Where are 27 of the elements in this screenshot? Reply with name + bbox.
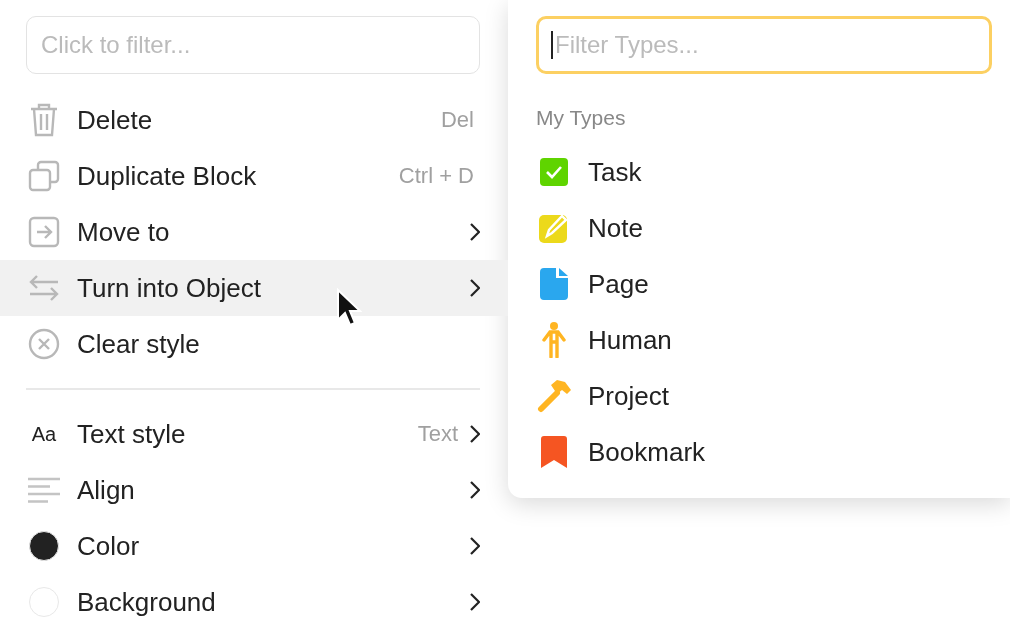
type-item[interactable]: Page xyxy=(536,256,992,312)
move-to-icon xyxy=(28,216,60,248)
menu-item[interactable]: Delete Del xyxy=(0,92,508,148)
menu-item[interactable]: Clear style xyxy=(0,316,508,372)
duplicate-icon xyxy=(28,160,60,192)
menu-item[interactable]: Align xyxy=(0,462,508,518)
shortcut-text: Ctrl + D xyxy=(398,163,474,189)
menu-item[interactable]: Aa Text style Text xyxy=(0,406,508,462)
menu-item[interactable]: Move to xyxy=(0,204,508,260)
type-item[interactable]: Project xyxy=(536,368,992,424)
type-item[interactable]: Human xyxy=(536,312,992,368)
section-heading: My Types xyxy=(536,106,627,130)
shortcut-text: Del xyxy=(441,107,474,133)
menu-item[interactable]: Color xyxy=(0,518,508,574)
trash-icon xyxy=(29,103,59,137)
type-item[interactable]: Bookmark xyxy=(536,424,992,480)
menu-item[interactable]: Background xyxy=(0,574,508,630)
filter-field[interactable]: Click to filter... xyxy=(26,16,480,74)
swap-arrows-icon xyxy=(28,274,60,302)
text-style-icon: Aa xyxy=(31,422,57,446)
filter-types-field[interactable]: Filter Types... xyxy=(536,16,992,74)
clear-icon xyxy=(28,328,60,360)
align-left-icon xyxy=(28,477,60,503)
current-value-text: Text xyxy=(417,421,458,447)
type-item[interactable]: Note xyxy=(536,200,992,256)
menu-item[interactable]: Duplicate Block Ctrl + D xyxy=(0,148,508,204)
type-item[interactable]: Task xyxy=(536,144,992,200)
